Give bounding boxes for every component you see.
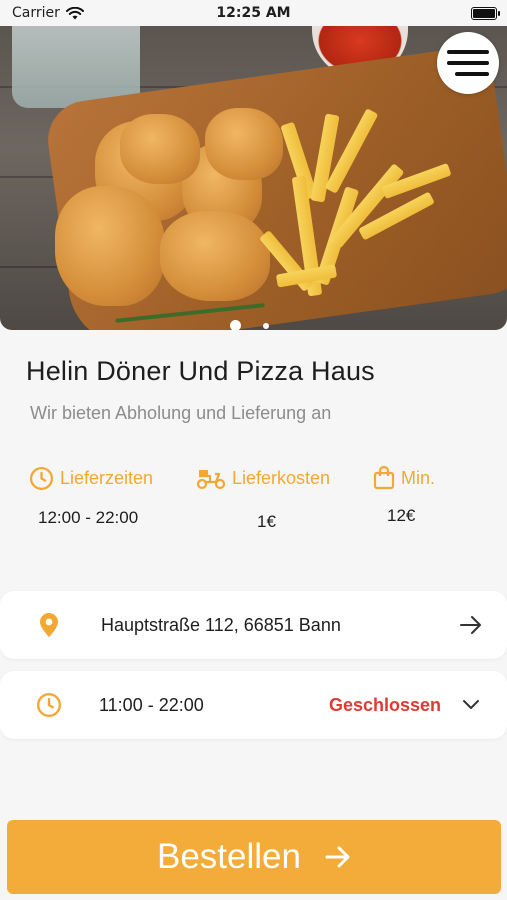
- opening-hours-card[interactable]: 11:00 - 22:00 Geschlossen: [0, 671, 507, 739]
- minimum-order-value: 12€: [387, 506, 416, 525]
- address-text: Hauptstraße 112, 66851 Bann: [101, 614, 341, 635]
- battery-icon: [471, 7, 500, 20]
- shopping-bag-icon: [373, 466, 395, 490]
- carousel-pager[interactable]: [230, 320, 269, 330]
- minimum-order-stat: Min.: [373, 466, 435, 490]
- pager-dot-active[interactable]: [230, 320, 241, 330]
- clock-icon: [36, 692, 62, 718]
- arrow-right-icon: [325, 846, 350, 868]
- clock-icon: [29, 466, 54, 491]
- restaurant-tagline: Wir bieten Abholung und Lieferung an: [30, 403, 332, 423]
- wifi-icon: [65, 6, 84, 19]
- status-bar: Carrier 12:25 AM: [0, 0, 507, 26]
- delivery-times-stat: Lieferzeiten: [29, 466, 153, 491]
- delivery-cost-stat: Lieferkosten: [196, 466, 330, 490]
- hamburger-menu-icon: [447, 50, 489, 76]
- carrier-label: Carrier: [12, 5, 60, 21]
- delivery-cost-value: 1€: [257, 512, 276, 531]
- scooter-icon: [196, 470, 226, 490]
- order-button-label: Bestellen: [157, 837, 301, 876]
- menu-button[interactable]: [437, 32, 499, 94]
- minimum-order-label: Min.: [401, 467, 436, 488]
- location-pin-icon: [36, 612, 62, 638]
- pager-dot[interactable]: [263, 322, 269, 329]
- address-card[interactable]: Hauptstraße 112, 66851 Bann: [0, 591, 507, 659]
- arrow-right-icon[interactable]: [459, 613, 483, 637]
- carrier-info: Carrier: [12, 5, 84, 21]
- restaurant-name: Helin Döner Und Pizza Haus: [26, 356, 375, 386]
- hero-image[interactable]: [0, 26, 507, 330]
- delivery-cost-label: Lieferkosten: [232, 467, 331, 488]
- order-button[interactable]: Bestellen: [7, 820, 501, 894]
- chevron-down-icon[interactable]: [459, 693, 483, 717]
- delivery-times-label: Lieferzeiten: [60, 468, 154, 488]
- status-badge: Geschlossen: [328, 694, 441, 715]
- delivery-times-value: 12:00 - 22:00: [38, 508, 139, 527]
- opening-hours-text: 11:00 - 22:00: [99, 694, 204, 715]
